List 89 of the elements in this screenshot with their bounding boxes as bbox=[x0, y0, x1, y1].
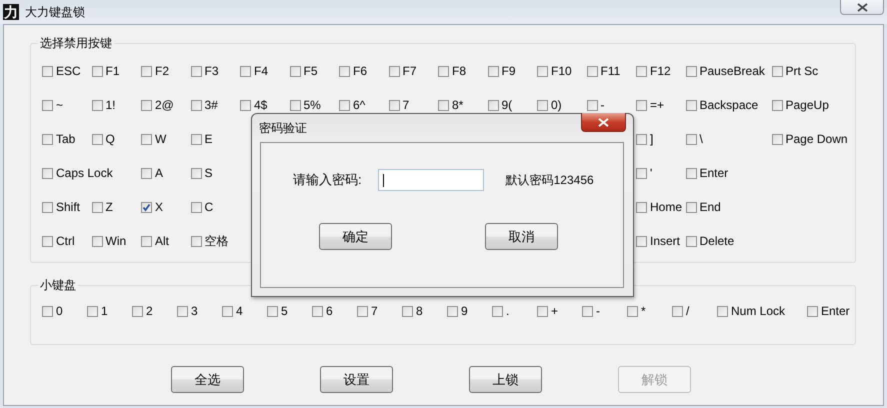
key-checkbox[interactable]: Insert bbox=[636, 234, 686, 248]
key-checkbox[interactable]: 4 bbox=[222, 304, 267, 318]
window-title: 大力键盘锁 bbox=[25, 4, 85, 20]
key-checkbox[interactable]: 5% bbox=[290, 98, 339, 112]
key-checkbox[interactable]: F3 bbox=[190, 64, 240, 78]
key-checkbox[interactable]: 2@ bbox=[141, 98, 190, 112]
key-checkbox[interactable]: Backspace bbox=[686, 98, 772, 112]
key-checkbox[interactable]: 7 bbox=[388, 98, 438, 112]
dialog-title: 密码验证 bbox=[259, 120, 307, 136]
key-checkbox[interactable]: F9 bbox=[488, 64, 537, 78]
key-checkbox[interactable]: Shift bbox=[42, 200, 92, 214]
key-checkbox[interactable]: / bbox=[672, 304, 717, 318]
key-checkbox[interactable]: 3# bbox=[190, 98, 240, 112]
group-title: 选择禁用按键 bbox=[39, 35, 113, 52]
key-checkbox[interactable]: Ctrl bbox=[42, 234, 92, 248]
key-checkbox[interactable]: 9 bbox=[447, 304, 492, 318]
key-checkbox[interactable]: Enter bbox=[807, 304, 852, 318]
key-checkbox[interactable]: 0 bbox=[42, 304, 87, 318]
key-checkbox[interactable]: 0) bbox=[537, 98, 586, 112]
key-checkbox[interactable]: 3 bbox=[177, 304, 222, 318]
close-button[interactable] bbox=[581, 113, 626, 132]
key-checkbox[interactable]: A bbox=[141, 166, 190, 180]
key-checkbox[interactable]: - bbox=[586, 98, 636, 112]
key-checkbox[interactable]: 4$ bbox=[240, 98, 290, 112]
key-checkbox[interactable]: Delete bbox=[686, 234, 735, 248]
key-checkbox[interactable]: PauseBreak bbox=[686, 64, 772, 78]
key-checkbox[interactable]: Q bbox=[92, 132, 141, 146]
key-checkbox[interactable]: X bbox=[141, 200, 190, 214]
key-checkbox[interactable]: Win bbox=[92, 234, 141, 248]
key-checkbox[interactable]: * bbox=[627, 304, 672, 318]
key-checkbox[interactable]: Z bbox=[92, 200, 141, 214]
key-checkbox[interactable]: 5 bbox=[267, 304, 312, 318]
key-checkbox[interactable]: F7 bbox=[388, 64, 438, 78]
key-checkbox[interactable]: 2 bbox=[132, 304, 177, 318]
key-checkbox[interactable]: + bbox=[537, 304, 582, 318]
key-checkbox[interactable]: Home bbox=[636, 200, 686, 214]
dialog-button[interactable]: 确定 bbox=[319, 223, 392, 250]
action-button[interactable]: 设置 bbox=[320, 366, 393, 393]
key-checkbox[interactable]: Prt Sc bbox=[772, 64, 855, 78]
key-checkbox[interactable]: F1 bbox=[92, 64, 141, 78]
key-checkbox[interactable]: C bbox=[190, 200, 240, 214]
key-checkbox[interactable]: Enter bbox=[686, 166, 735, 180]
key-checkbox[interactable]: ] bbox=[636, 132, 686, 146]
app-logo: 力 bbox=[3, 4, 19, 20]
key-checkbox[interactable]: 1! bbox=[92, 98, 141, 112]
key-checkbox[interactable]: ESC bbox=[42, 64, 92, 78]
key-checkbox[interactable]: F2 bbox=[141, 64, 190, 78]
checkmark-icon bbox=[142, 202, 151, 212]
key-checkbox[interactable]: =+ bbox=[636, 98, 686, 112]
key-checkbox[interactable]: End bbox=[686, 200, 735, 214]
password-label: 请输入密码: bbox=[293, 171, 362, 189]
key-checkbox[interactable]: F11 bbox=[586, 64, 636, 78]
key-checkbox[interactable]: Num Lock bbox=[717, 304, 807, 318]
key-checkbox[interactable]: 空格 bbox=[190, 232, 240, 250]
key-checkbox[interactable]: 7 bbox=[357, 304, 402, 318]
default-password-hint: 默认密码123456 bbox=[506, 172, 594, 188]
key-checkbox[interactable]: ' bbox=[636, 166, 686, 180]
key-checkbox[interactable]: 6^ bbox=[339, 98, 388, 112]
dialog-button[interactable]: 取消 bbox=[485, 223, 558, 250]
key-checkbox[interactable]: Caps Lock bbox=[42, 166, 141, 180]
close-icon bbox=[856, 2, 868, 12]
key-checkbox[interactable]: F10 bbox=[537, 64, 586, 78]
key-checkbox[interactable]: F5 bbox=[290, 64, 339, 78]
key-checkbox[interactable]: 6 bbox=[312, 304, 357, 318]
key-checkbox[interactable]: S bbox=[190, 166, 240, 180]
key-checkbox[interactable]: 1 bbox=[87, 304, 132, 318]
key-checkbox[interactable]: Page Down bbox=[772, 132, 855, 146]
key-checkbox[interactable]: - bbox=[582, 304, 627, 318]
key-checkbox[interactable]: 8* bbox=[438, 98, 488, 112]
close-button[interactable] bbox=[840, 0, 884, 15]
key-checkbox[interactable]: Alt bbox=[141, 234, 190, 248]
close-icon bbox=[598, 118, 609, 126]
action-button[interactable]: 全选 bbox=[171, 366, 244, 393]
key-checkbox[interactable]: F6 bbox=[339, 64, 388, 78]
key-checkbox[interactable]: ~ bbox=[42, 98, 92, 112]
action-button[interactable]: 上锁 bbox=[469, 366, 542, 393]
key-checkbox[interactable]: F12 bbox=[636, 64, 686, 78]
key-checkbox[interactable]: W bbox=[141, 132, 190, 146]
key-checkbox[interactable]: F4 bbox=[240, 64, 290, 78]
group-title: 小键盘 bbox=[39, 277, 77, 294]
password-field[interactable] bbox=[378, 169, 484, 191]
key-checkbox[interactable]: \ bbox=[686, 132, 735, 146]
key-checkbox[interactable]: F8 bbox=[438, 64, 488, 78]
key-checkbox[interactable]: 8 bbox=[402, 304, 447, 318]
key-checkbox[interactable]: Tab bbox=[42, 132, 92, 146]
key-checkbox[interactable]: PageUp bbox=[772, 98, 855, 112]
key-checkbox[interactable]: 9( bbox=[488, 98, 537, 112]
key-checkbox[interactable]: E bbox=[190, 132, 240, 146]
key-checkbox[interactable]: . bbox=[492, 304, 537, 318]
